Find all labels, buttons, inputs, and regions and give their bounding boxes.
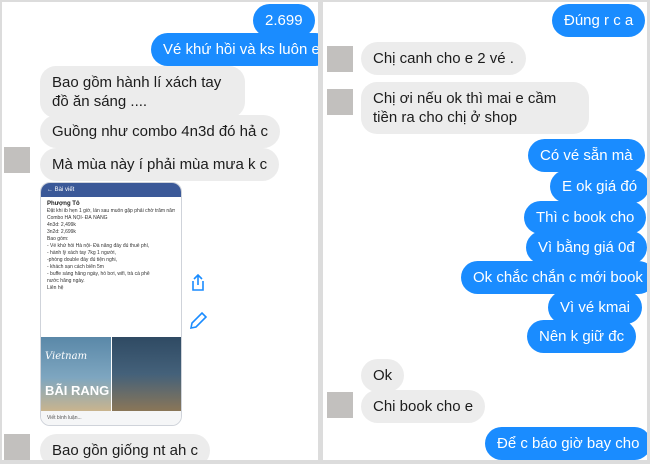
message-bubble-incoming[interactable]: Chị ơi nếu ok thì mai e cầm tiền ra cho …	[361, 82, 589, 134]
post-image-street[interactable]	[112, 337, 181, 411]
message-bubble-incoming[interactable]: Guồng như combo 4n3d đó hả c	[40, 115, 281, 148]
post-line: nước hằng ngày.	[47, 278, 85, 284]
edit-icon[interactable]	[187, 310, 209, 332]
back-arrow-icon[interactable]: ←	[47, 187, 53, 193]
message-bubble-outgoing[interactable]: Vé khứ hồi và ks luôn e	[151, 33, 318, 66]
post-header-title: Bài viết	[54, 187, 75, 193]
post-line: - buffe sáng hằng ngày, hồ bơi, wifi, tr…	[47, 271, 150, 277]
contact-avatar[interactable]	[4, 434, 30, 460]
post-line: -phòng double đầy đủ tiện nghi,	[47, 257, 118, 263]
message-bubble-outgoing[interactable]: Có vé sẵn mà	[528, 139, 645, 172]
message-bubble-incoming[interactable]: Ok	[361, 359, 405, 392]
message-bubble-outgoing[interactable]: Thì c book cho	[524, 201, 647, 234]
message-bubble-outgoing[interactable]: Ok chắc chắn c mới book	[461, 261, 647, 294]
post-line: 3n2d: 2,699k	[47, 229, 76, 235]
shared-post-preview[interactable]: ← Bài viết Phượng Tô Đặt khi ib hẹn 1 gi…	[40, 182, 182, 426]
message-bubble-outgoing[interactable]: Đúng r c a	[552, 4, 646, 37]
post-line: - hành lý xách tay 7kg 1 người,	[47, 250, 116, 256]
message-bubble-incoming[interactable]: Chi book cho e	[361, 390, 486, 423]
image-caption: BÃI RANG	[45, 383, 110, 398]
message-bubble-outgoing[interactable]: Để c báo giờ bay cho	[485, 427, 647, 460]
post-body: Phượng Tô Đặt khi ib hẹn 1 giờ, lần sau …	[41, 197, 181, 296]
image-caption: Vietnam	[45, 351, 88, 362]
contact-avatar[interactable]	[327, 46, 353, 72]
share-icon[interactable]	[187, 272, 209, 294]
comment-input[interactable]: Viết bình luận...	[41, 411, 181, 425]
right-chat-panel: Đúng r c a Chị canh cho e 2 vé . Chị ơi …	[323, 2, 647, 460]
post-line: Đặt khi ib hẹn 1 giờ, lần sau muốn gặp p…	[47, 208, 175, 214]
contact-avatar[interactable]	[327, 89, 353, 115]
message-bubble-incoming[interactable]: Bao gồm hành lí xách tay đồ ăn sáng ....	[40, 66, 245, 118]
post-line: Combo HÀ NỘI- ĐÀ NẴNG	[47, 215, 108, 221]
message-bubble-incoming[interactable]: Bao gồn giống nt ah c	[40, 434, 210, 460]
message-bubble-incoming[interactable]: Chị canh cho e 2 vé .	[361, 42, 526, 75]
message-bubble-outgoing[interactable]: Vì bằng giá 0đ	[526, 231, 647, 264]
post-image-beach[interactable]: Vietnam BÃI RANG	[41, 337, 111, 411]
post-author: Phượng Tô	[47, 201, 80, 207]
message-bubble-outgoing[interactable]: E ok giá đó	[550, 170, 647, 203]
contact-avatar[interactable]	[4, 147, 30, 173]
post-line: - Vé khứ hồi Hà nội- Đà nẵng đầy đủ thuế…	[47, 243, 150, 249]
post-image-grid[interactable]: Vietnam BÃI RANG	[41, 337, 181, 411]
contact-avatar[interactable]	[327, 392, 353, 418]
message-bubble-outgoing[interactable]: Nên k giữ đc	[527, 320, 637, 353]
post-header-bar: ← Bài viết	[41, 183, 181, 197]
post-line: 4n3d: 2,499k	[47, 222, 76, 228]
post-line: Liên hệ	[47, 285, 64, 291]
post-line: - khách sạn cách biển 5m	[47, 264, 104, 270]
left-chat-panel: 2.699 Vé khứ hồi và ks luôn e Bao gồm hà…	[2, 2, 318, 460]
message-bubble-incoming[interactable]: Mà mùa này í phải mùa mưa k c	[40, 148, 280, 181]
post-line: Bao gồm:	[47, 236, 69, 242]
